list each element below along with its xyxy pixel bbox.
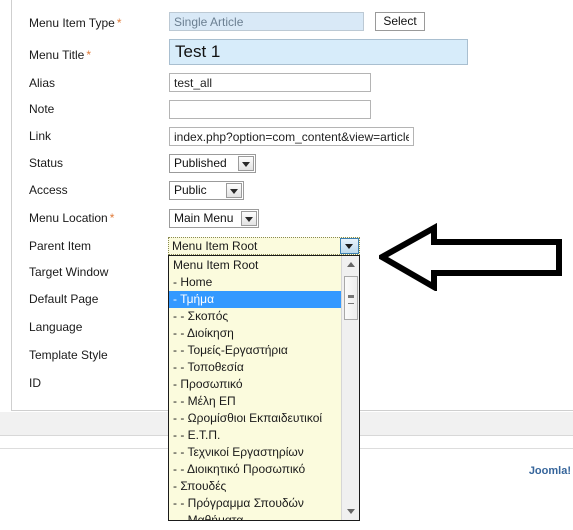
label-menu-title: Menu Title * [29,48,92,62]
label-access: Access [29,183,68,197]
menu-location-select-value: Main Menu [174,211,234,225]
scrollbar-thumb[interactable] [344,276,358,320]
label-link: Link [29,129,52,143]
label-note: Note [29,102,55,116]
status-select[interactable]: Published [169,154,256,173]
required-marker: * [86,48,92,62]
parent-item-option[interactable]: - - Διοικητικό Προσωπικό [169,461,341,478]
access-select-value: Public [174,183,207,197]
required-marker: * [116,16,122,30]
link-input[interactable] [169,127,414,146]
parent-item-dropdown-list[interactable]: Menu Item Root - Home - Τμήμα - - Σκοπός - -… [168,255,360,521]
parent-item-option[interactable]: - - Μαθήματα [169,512,341,520]
joomla-credit-link[interactable]: Joomla! [529,465,571,477]
parent-item-option[interactable]: - Σπουδές [169,478,341,495]
parent-item-select[interactable]: Menu Item Root [168,237,360,255]
menu-location-select[interactable]: Main Menu [169,209,259,228]
parent-item-option[interactable]: Menu Item Root [169,257,341,274]
label-status: Status [29,156,64,170]
parent-item-option[interactable]: - Τμήμα [169,291,341,308]
label-default-page: Default Page [29,292,99,306]
note-input[interactable] [169,100,371,119]
chevron-down-icon[interactable] [226,183,242,198]
parent-item-option[interactable]: - - Τεχνικοί Εργαστηρίων [169,444,341,461]
dropdown-scrollbar[interactable] [341,256,359,520]
menu-title-input[interactable] [169,39,468,65]
parent-item-option[interactable]: - Προσωπικό [169,376,341,393]
parent-item-option[interactable]: - - Διοίκηση [169,325,341,342]
parent-item-option[interactable]: - Home [169,274,341,291]
status-select-value: Published [174,156,227,170]
parent-item-option[interactable]: - - Ε.Τ.Π. [169,427,341,444]
scroll-up-arrow-icon[interactable] [342,256,359,273]
screenshot-root: Menu Item Type * Menu Title * Alias Note L… [0,0,573,530]
label-target-window: Target Window [29,265,109,279]
label-template-style: Template Style [29,348,108,362]
label-language: Language [29,320,83,334]
parent-item-option[interactable]: - - Ωρομίσθιοι Εκπαιδευτικοί [169,410,341,427]
parent-item-option[interactable]: - - Πρόγραμμα Σπουδών [169,495,341,512]
chevron-down-icon[interactable] [241,211,257,226]
access-select[interactable]: Public [169,181,244,200]
parent-item-option[interactable]: - - Σκοπός [169,308,341,325]
parent-item-option-container: Menu Item Root - Home - Τμήμα - - Σκοπός - -… [169,256,341,520]
label-parent-item: Parent Item [29,239,92,253]
required-marker: * [109,211,115,225]
scroll-down-arrow-icon[interactable] [342,503,359,520]
menu-item-type-input[interactable] [169,12,364,31]
select-menu-item-type-button[interactable]: Select [375,12,425,31]
label-menu-item-type: Menu Item Type * [29,16,122,30]
alias-input[interactable] [169,73,371,92]
label-id: ID [29,376,41,390]
chevron-down-icon[interactable] [340,238,359,254]
parent-item-option[interactable]: - - Μέλη ΕΠ [169,393,341,410]
parent-item-option[interactable]: - - Τοποθεσία [169,359,341,376]
label-menu-location: Menu Location * [29,211,115,225]
label-alias: Alias [29,76,56,90]
parent-item-option[interactable]: - - Τομείς-Εργαστήρια [169,342,341,359]
parent-item-select-value: Menu Item Root [172,239,258,253]
chevron-down-icon[interactable] [238,156,254,171]
